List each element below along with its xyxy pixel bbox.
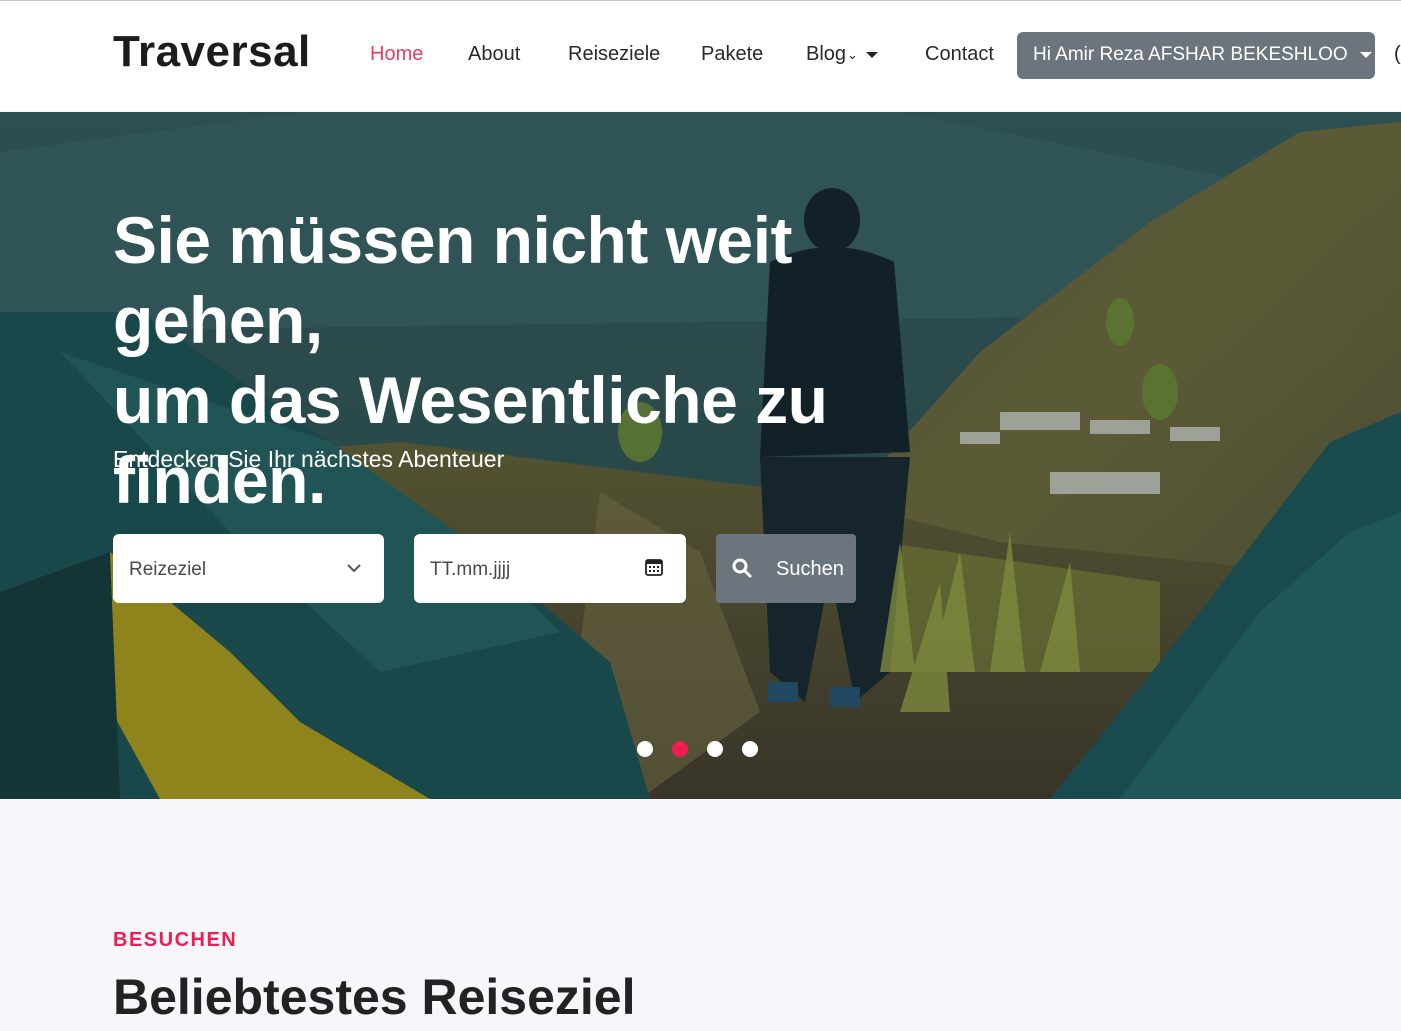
- section-title: Beliebtestes Reiseziel: [113, 969, 636, 1025]
- date-placeholder: TT.mm.jjjj: [430, 559, 511, 580]
- nav-pakete[interactable]: Pakete: [701, 43, 763, 66]
- search-button-label: Suchen: [776, 558, 844, 580]
- nav-contact[interactable]: Contact: [925, 43, 994, 66]
- nav-about[interactable]: About: [468, 43, 520, 66]
- date-input[interactable]: TT.mm.jjjj: [414, 534, 686, 603]
- navbar: Traversal Home About Reiseziele Pakete B…: [0, 1, 1401, 111]
- hero-headline-line-1: Sie müssen nicht weit gehen,: [113, 203, 793, 357]
- user-menu-button[interactable]: Hi Amir Reza AFSHAR BEKESHLOO: [1017, 32, 1375, 79]
- carousel-dot-4[interactable]: [742, 741, 758, 757]
- hero-headline-line-2: um das Wesentliche zu: [113, 363, 828, 437]
- caret-down-icon: [865, 51, 878, 58]
- carousel-dot-2[interactable]: [672, 741, 688, 757]
- user-menu-label: Hi Amir Reza AFSHAR BEKESHLOO: [1033, 44, 1348, 65]
- chevron-down-icon: ⌄: [847, 46, 858, 62]
- cut-off-nav-item: (: [1394, 43, 1401, 65]
- nav-home[interactable]: Home: [370, 43, 423, 66]
- brand-logo[interactable]: Traversal: [113, 27, 311, 77]
- section-kicker: BESUCHEN: [113, 929, 238, 951]
- hero-carousel: Sie müssen nicht weit gehen, um das Wese…: [0, 112, 1401, 799]
- hero-subtitle: Entdecken Sie Ihr nächstes Abenteuer: [113, 446, 505, 472]
- nav-blog-label: Blog: [806, 43, 847, 65]
- caret-down-icon: [1359, 51, 1372, 58]
- destination-select[interactable]: Reizeziel: [113, 534, 384, 603]
- nav-reiseziele[interactable]: Reiseziele: [568, 43, 660, 66]
- destination-placeholder: Reizeziel: [129, 559, 207, 580]
- carousel-dot-1[interactable]: [637, 741, 653, 757]
- chevron-down-icon: [347, 564, 361, 573]
- search-button[interactable]: Suchen: [716, 534, 856, 603]
- nav-blog-dropdown[interactable]: Blog⌄: [806, 43, 878, 66]
- search-icon: [732, 558, 752, 578]
- carousel-dot-3[interactable]: [707, 741, 723, 757]
- calendar-icon[interactable]: [644, 556, 664, 578]
